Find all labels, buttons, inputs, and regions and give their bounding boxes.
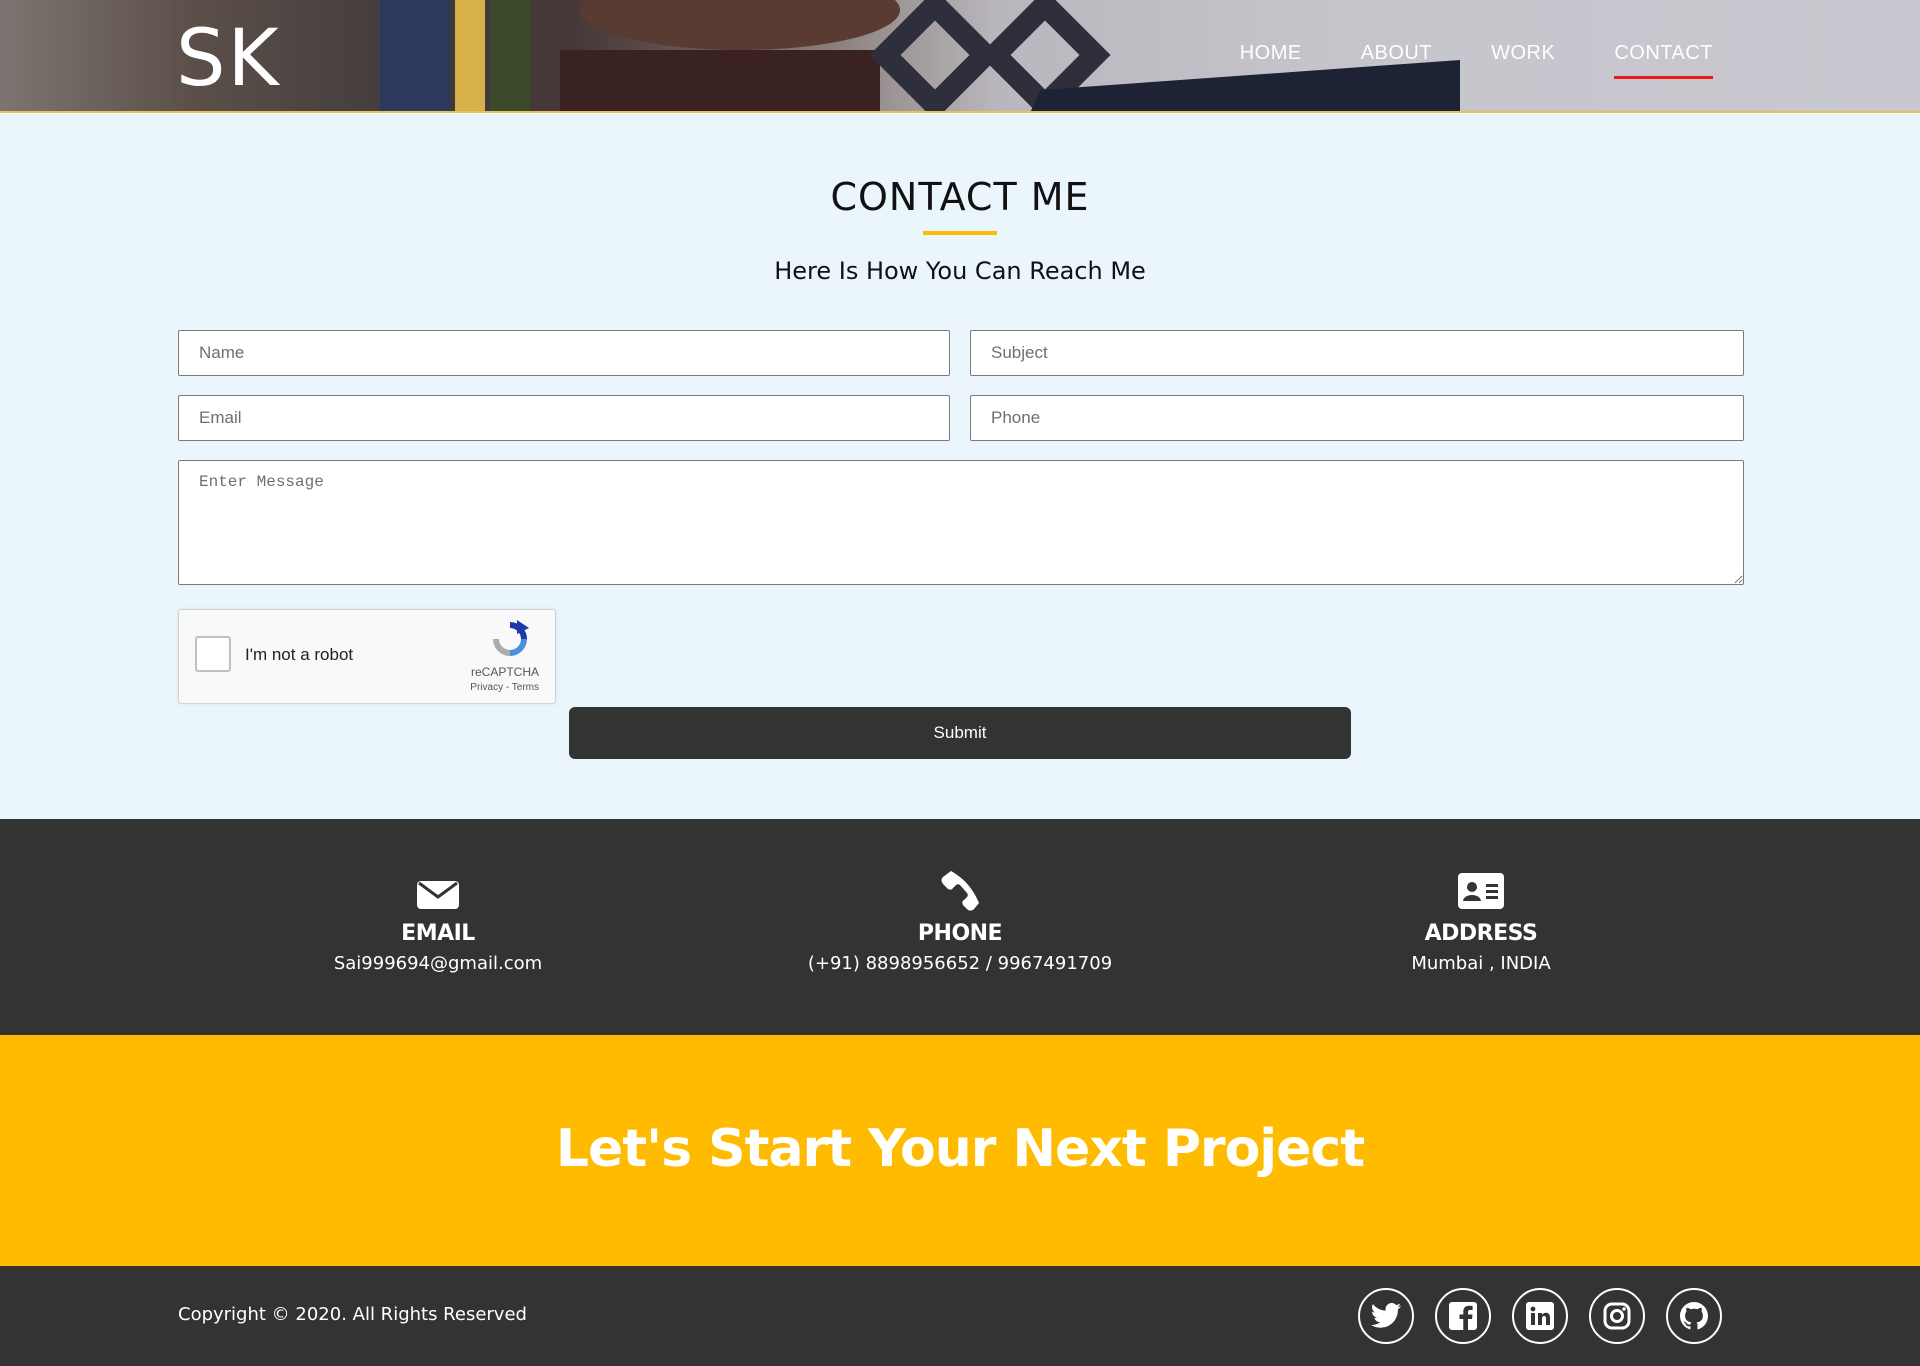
recaptcha-brand: reCAPTCHA — [470, 665, 539, 679]
copyright-text: Copyright © 2020. All Rights Reserved — [178, 1304, 527, 1325]
linkedin-icon — [1526, 1302, 1554, 1330]
contact-title: CONTACT ME — [830, 175, 1090, 219]
nav-about[interactable]: ABOUT — [1361, 42, 1432, 79]
info-address: ADDRESS Mumbai , INDIA — [1281, 819, 1681, 1035]
instagram-icon — [1603, 1302, 1631, 1330]
phone-heading: PHONE — [917, 921, 1003, 946]
site-header: SK HOME ABOUT WORK CONTACT — [0, 0, 1920, 113]
recaptcha-label: I'm not a robot — [245, 645, 354, 664]
info-email: EMAIL Sai999694@gmail.com — [238, 819, 638, 1035]
phone-input[interactable] — [970, 395, 1744, 441]
contact-subtitle: Here Is How You Can Reach Me — [774, 257, 1146, 285]
address-heading: ADDRESS — [1424, 921, 1538, 946]
contact-info-band: EMAIL Sai999694@gmail.com PHONE (+91) 88… — [0, 819, 1920, 1035]
message-textarea[interactable] — [178, 460, 1744, 585]
recaptcha-terms-link[interactable]: Privacy - Terms — [470, 682, 539, 693]
twitter-link[interactable] — [1358, 1288, 1414, 1344]
email-value[interactable]: Sai999694@gmail.com — [238, 953, 638, 974]
cta-banner: Let's Start Your Next Project — [0, 1035, 1920, 1266]
address-value: Mumbai , INDIA — [1411, 953, 1551, 974]
main-nav: HOME ABOUT WORK CONTACT — [1181, 42, 1713, 79]
instagram-link[interactable] — [1589, 1288, 1645, 1344]
recaptcha-logo-icon — [493, 620, 529, 656]
linkedin-link[interactable] — [1512, 1288, 1568, 1344]
nav-home[interactable]: HOME — [1240, 42, 1302, 79]
email-input[interactable] — [178, 395, 950, 441]
facebook-link[interactable] — [1435, 1288, 1491, 1344]
cta-heading: Let's Start Your Next Project — [555, 1119, 1365, 1179]
address-card-icon — [1458, 873, 1504, 909]
twitter-icon — [1371, 1303, 1401, 1328]
site-footer: Copyright © 2020. All Rights Reserved — [0, 1266, 1920, 1366]
info-phone: PHONE (+91) 8898956652 / 9967491709 — [760, 819, 1160, 1035]
submit-button[interactable]: Submit — [569, 707, 1351, 759]
envelope-icon — [417, 881, 459, 909]
phone-value[interactable]: (+91) 8898956652 / 9967491709 — [760, 953, 1160, 974]
recaptcha-widget: I'm not a robot reCAPTCHA Privacy - Term… — [178, 609, 556, 704]
github-icon — [1680, 1302, 1708, 1330]
subject-input[interactable] — [970, 330, 1744, 376]
github-link[interactable] — [1666, 1288, 1722, 1344]
site-logo[interactable]: SK — [176, 14, 281, 104]
recaptcha-checkbox[interactable] — [195, 636, 231, 672]
title-underline — [923, 231, 997, 235]
name-input[interactable] — [178, 330, 950, 376]
nav-work[interactable]: WORK — [1491, 42, 1555, 79]
contact-section: CONTACT ME Here Is How You Can Reach Me … — [0, 113, 1920, 819]
nav-contact[interactable]: CONTACT — [1614, 42, 1713, 79]
phone-icon — [941, 871, 979, 911]
facebook-icon — [1449, 1302, 1477, 1330]
email-heading: EMAIL — [401, 921, 475, 946]
